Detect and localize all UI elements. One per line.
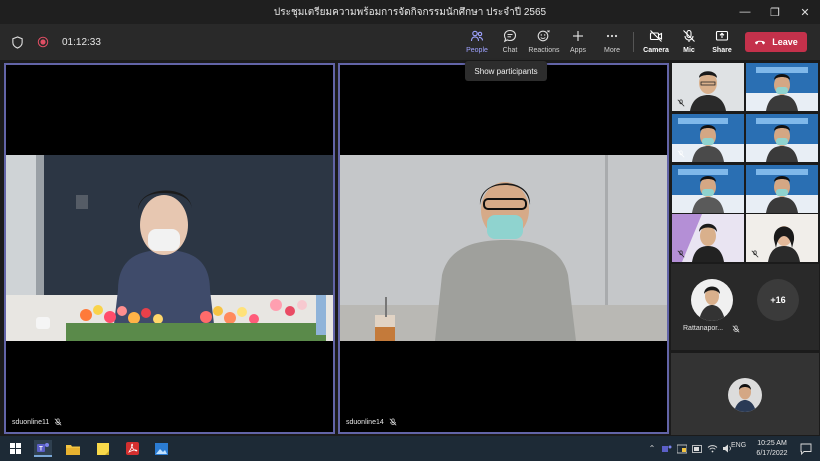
window-controls: — ❐ ✕ [730,0,820,24]
chat-icon [503,29,517,43]
people-button[interactable]: People [460,27,494,57]
leave-label: Leave [772,37,798,47]
video-feed [746,63,818,111]
reactions-icon [537,30,550,42]
minimize-button[interactable]: — [730,0,760,24]
window-title: ประชุมเตรียมความพร้อมการจัดกิจกรรมนักศึก… [273,6,547,18]
apps-label: Apps [570,47,586,54]
clock-time: 10:25 AM [757,440,787,447]
reactions-button[interactable]: Reactions [527,27,561,57]
title-bar: ประชุมเตรียมความพร้อมการจัดกิจกรรมนักศึก… [0,0,820,24]
profile-photo [728,378,762,412]
tile-caption: sduonline14 [346,418,397,426]
mic-off-icon [732,325,740,333]
video-feed [340,155,667,341]
participant-thumbnail[interactable] [672,63,744,111]
participant-avatar-card: Rattanapor... +16 [671,264,819,350]
more-participants-button[interactable]: +16 [757,279,799,321]
shield-icon[interactable] [10,35,24,49]
mic-off-icon [683,29,695,42]
share-button[interactable]: Share [705,27,739,57]
chevron-up-icon[interactable]: ⌃ [646,443,658,455]
toolbar-divider [633,32,634,52]
participant-thumbnail[interactable] [746,114,818,162]
video-feed [672,165,744,213]
clock-date: 6/17/2022 [756,450,788,457]
participant-thumbnail[interactable] [672,165,744,213]
mic-off-icon [751,250,759,258]
mic-off-icon [389,418,397,426]
mic-button[interactable]: Mic [672,27,706,57]
more-button[interactable]: More [595,27,629,57]
share-screen-icon [715,30,729,41]
sticky-notes-icon[interactable] [94,440,112,457]
tile-caption: sduonline11 [12,418,62,426]
participant-name: Rattanapor... [683,325,724,332]
participant-name: sduonline14 [346,418,384,426]
file-explorer-icon[interactable] [64,440,82,457]
avatar-name: Rattanapor... [683,325,723,332]
battery-icon[interactable] [691,443,703,455]
people-icon [470,30,484,42]
chat-label: Chat [502,47,518,54]
teams-tray-icon[interactable] [661,443,673,455]
people-label: People [466,47,488,54]
leave-button[interactable]: Leave [745,32,807,52]
wifi-icon[interactable] [706,443,718,455]
chat-button[interactable]: Chat [493,27,527,57]
warning-tray-icon[interactable] [676,443,688,455]
mic-label: Mic [683,47,695,54]
camera-label: Camera [643,47,669,54]
close-button[interactable]: ✕ [790,0,820,24]
mic-off-icon [54,418,62,426]
video-tile-sduonline14[interactable]: sduonline14 [338,63,669,434]
avatar[interactable] [691,279,733,321]
reactions-label: Reactions [528,47,560,54]
meeting-timer: 01:12:33 [62,36,101,48]
plus-icon [573,31,583,41]
participant-thumbnail[interactable] [672,114,744,162]
more-label: More [604,47,620,54]
participant-thumbnail[interactable] [746,63,818,111]
ellipsis-icon [606,34,618,38]
phone-hangup-icon [755,40,766,45]
apps-button[interactable]: Apps [561,27,595,57]
camera-off-icon [649,30,663,42]
svg-text:T: T [39,446,43,452]
self-avatar [728,378,762,412]
participant-thumbnail[interactable] [746,214,818,262]
mic-off-icon [677,99,685,107]
recording-icon [36,35,50,49]
camera-button[interactable]: Camera [639,27,673,57]
maximize-button[interactable]: ❐ [760,0,790,24]
meeting-toolbar: 01:12:33 People Chat Reactions Apps More… [0,24,820,60]
video-tile-sduonline11[interactable]: sduonline11 [4,63,335,434]
video-feed [6,155,333,341]
system-tray: ⌃ [646,440,736,457]
participant-thumbnail[interactable] [746,165,818,213]
photos-icon[interactable] [152,440,170,457]
teams-taskbar-icon[interactable]: T [34,440,52,457]
share-label: Share [712,47,732,54]
mic-off-icon [677,150,685,158]
self-view[interactable] [671,353,819,435]
video-feed [746,114,818,162]
more-participants-count: +16 [770,295,786,305]
windows-start-icon[interactable] [6,440,24,457]
acrobat-icon[interactable] [123,440,141,457]
windows-taskbar: T ⌃ ENG 10:25 AM 6/17/2022 [0,436,820,461]
taskbar-clock[interactable]: 10:25 AM 6/17/2022 [752,439,792,459]
participant-name: sduonline11 [12,418,50,426]
input-language[interactable]: ENG [731,442,746,449]
video-feed [746,165,818,213]
mic-off-icon [677,250,685,258]
notifications-icon[interactable] [797,440,815,457]
meeting-info: 01:12:33 [10,24,101,60]
profile-photo [691,279,733,321]
people-tooltip: Show participants [465,61,547,81]
participant-thumbnail[interactable] [672,214,744,262]
